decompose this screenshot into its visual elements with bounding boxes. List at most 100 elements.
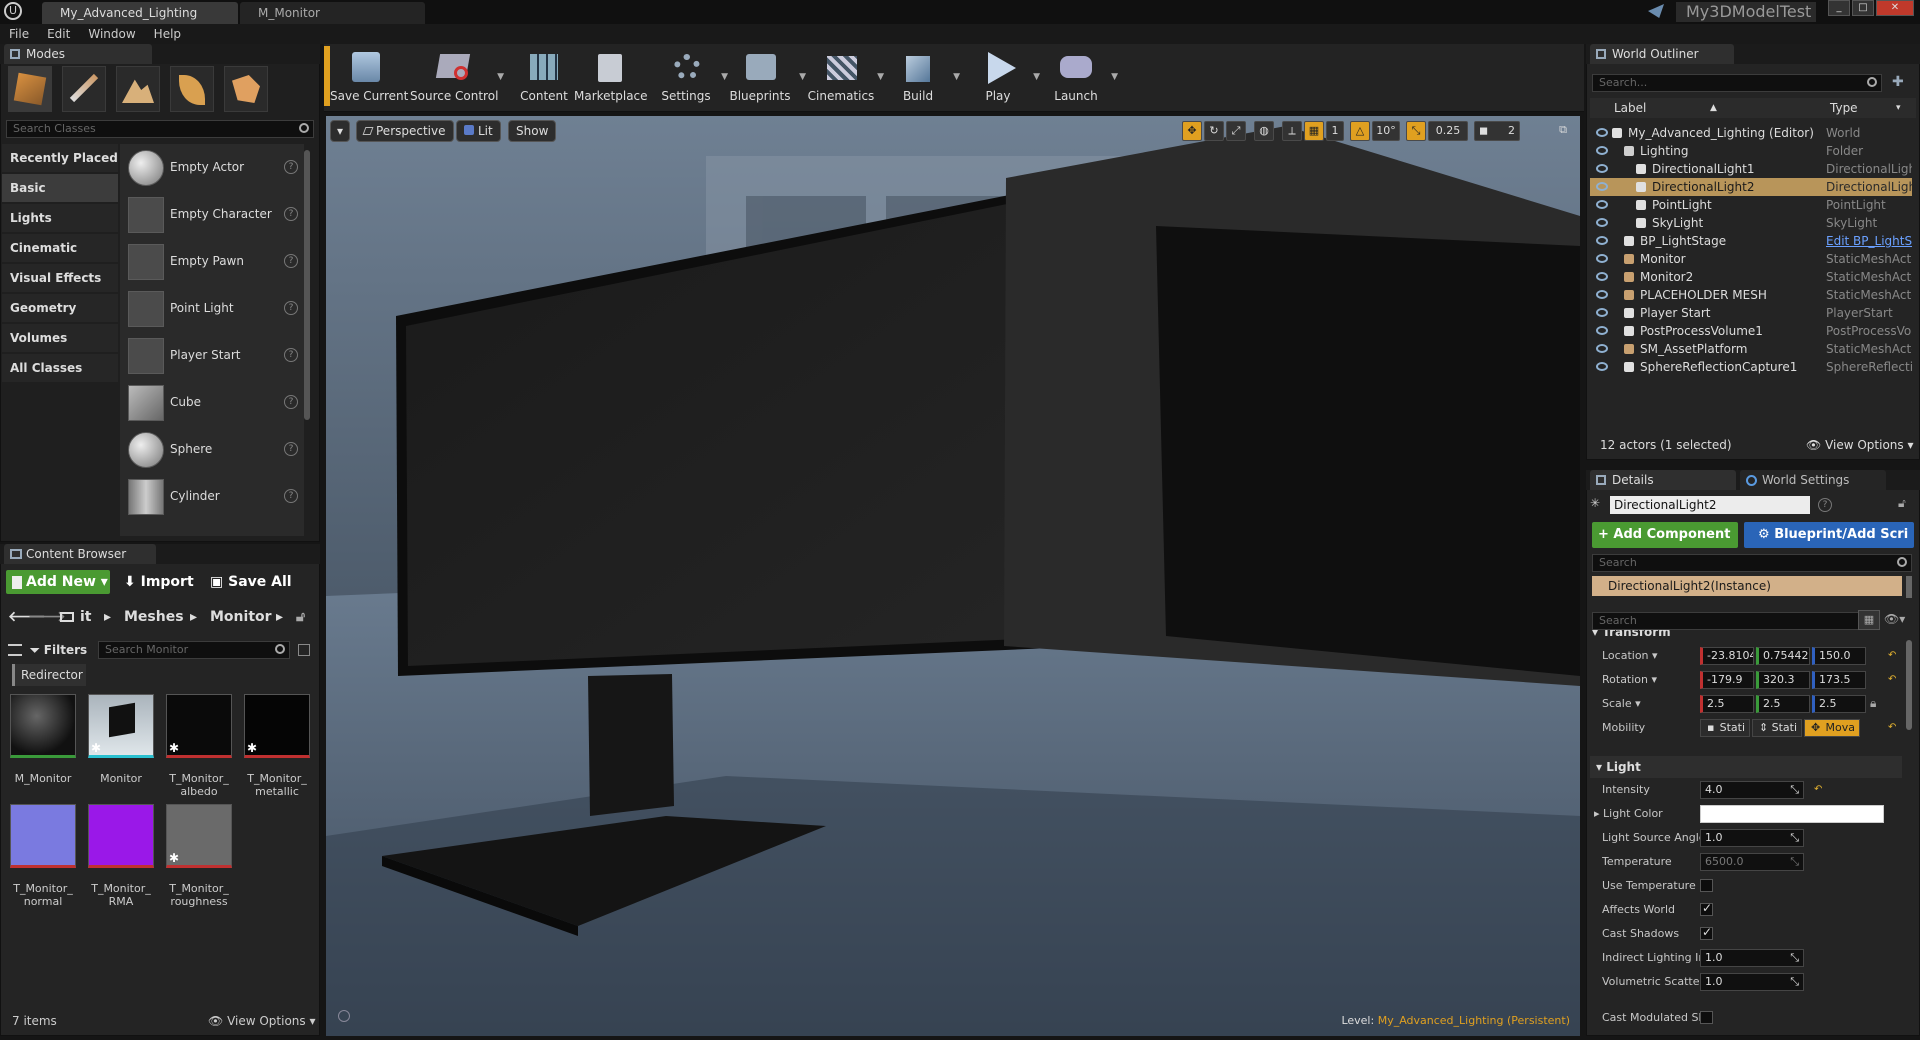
save-all-button[interactable]: ▣ Save All	[210, 570, 300, 594]
scale-snap-icon[interactable]: ⤡	[1406, 121, 1426, 141]
asset-t-monitor-normal[interactable]	[10, 804, 76, 868]
help-icon[interactable]: ?	[284, 207, 298, 221]
help-icon[interactable]: ?	[284, 348, 298, 362]
marketplace-button[interactable]: Marketplace	[574, 50, 648, 106]
viewport-options-button[interactable]: ▾	[330, 120, 350, 142]
save-search-icon[interactable]	[298, 644, 310, 656]
scale-x-field[interactable]: 2.5	[1700, 695, 1754, 713]
location-z-field[interactable]: 150.0	[1812, 647, 1866, 665]
outliner-row[interactable]: BP_LightStage Edit BP_LightSt	[1590, 232, 1912, 250]
outliner-row[interactable]: PostProcessVolume1 PostProcessVol	[1590, 322, 1912, 340]
dropdown-arrow-icon[interactable]: ▼	[1111, 72, 1118, 82]
place-item-empty-character[interactable]: Empty Character?	[126, 193, 302, 237]
light-source-angle-field[interactable]: 1.0 ⤡	[1700, 829, 1804, 847]
world-outliner-tab[interactable]: World Outliner	[1590, 44, 1734, 64]
asset-t-monitor-albedo[interactable]: ✱	[166, 694, 232, 758]
outliner-row[interactable]: SM_AssetPlatform StaticMeshActor	[1590, 340, 1912, 358]
help-icon[interactable]: ?	[284, 254, 298, 268]
location-x-field[interactable]: -23.8104	[1700, 647, 1754, 665]
use-temperature-checkbox[interactable]	[1700, 879, 1713, 892]
dropdown-arrow-icon[interactable]: ▼	[953, 72, 960, 82]
rotation-label[interactable]: Rotation ▾	[1602, 673, 1710, 686]
components-search-input[interactable]: Search	[1592, 554, 1912, 572]
place-item-sphere[interactable]: Sphere?	[126, 428, 302, 472]
actor-name-field[interactable]: DirectionalLight2	[1610, 496, 1810, 514]
surface-snap-icon[interactable]: ⟂	[1282, 121, 1302, 141]
category-geometry[interactable]: Geometry	[2, 294, 118, 322]
category-visual-effects[interactable]: Visual Effects	[2, 264, 118, 292]
place-item-empty-actor[interactable]: Empty Actor?	[126, 146, 302, 190]
scale-lock-icon[interactable]: 🔒︎	[1870, 696, 1876, 711]
play-button[interactable]: Play ▼	[962, 50, 1040, 106]
chevron-down-icon[interactable]: ▾	[1896, 98, 1901, 118]
transform-section-header[interactable]: ▾ Transform	[1592, 630, 1902, 640]
menu-help[interactable]: Help	[145, 24, 190, 44]
help-icon[interactable]: ?	[284, 489, 298, 503]
visibility-eye-icon[interactable]	[1596, 344, 1608, 353]
help-icon[interactable]: ?	[1818, 498, 1832, 512]
translate-tool-icon[interactable]: ✥	[1182, 121, 1202, 141]
components-scrollbar[interactable]	[1906, 576, 1912, 598]
landscape-mode-button[interactable]	[116, 66, 160, 112]
menu-window[interactable]: Window	[79, 24, 144, 44]
scale-tool-icon[interactable]: ⤢	[1226, 121, 1246, 141]
minimize-button[interactable]: _	[1828, 0, 1850, 16]
cast-shadows-checkbox[interactable]	[1700, 925, 1713, 940]
asset-t-monitor-roughness[interactable]: ✱	[166, 804, 232, 868]
visibility-eye-icon[interactable]	[1596, 164, 1608, 173]
source-control-button[interactable]: Source Control ▼	[410, 50, 504, 106]
search-monitor-input[interactable]: Search Monitor	[98, 641, 290, 659]
scale-snap-value[interactable]: 0.25	[1428, 121, 1468, 141]
outliner-row[interactable]: Monitor2 StaticMeshActor	[1590, 268, 1912, 286]
visibility-eye-icon[interactable]	[1596, 272, 1608, 281]
grid-snap-icon[interactable]: ▦	[1304, 121, 1324, 141]
tab-my-advanced-lighting[interactable]: My_Advanced_Lighting	[42, 2, 238, 24]
outliner-row[interactable]: DirectionalLight2 DirectionalLight	[1590, 178, 1912, 196]
paint-mode-button[interactable]	[62, 66, 106, 112]
visibility-eye-icon[interactable]	[1596, 362, 1608, 371]
content-button[interactable]: Content	[508, 50, 580, 106]
indirect-lighting-field[interactable]: 1.0 ⤡	[1700, 949, 1804, 967]
place-item-empty-pawn[interactable]: Empty Pawn?	[126, 240, 302, 284]
place-item-cylinder[interactable]: Cylinder?	[126, 475, 302, 519]
outliner-search-input[interactable]: Search...	[1592, 74, 1882, 92]
reset-to-default-icon[interactable]: ↶	[1888, 674, 1896, 685]
scale-z-field[interactable]: 2.5	[1812, 695, 1866, 713]
show-button[interactable]: Show	[508, 120, 557, 142]
angle-snap-icon[interactable]: △	[1350, 121, 1370, 141]
scale-label[interactable]: Scale ▾	[1602, 697, 1710, 710]
asset-monitor[interactable]: ✱	[88, 694, 154, 758]
outliner-row[interactable]: Player Start PlayerStart	[1590, 304, 1912, 322]
help-icon[interactable]: ?	[284, 160, 298, 174]
filters-button[interactable]: ⏷ Filters ▾	[30, 640, 92, 677]
light-color-swatch[interactable]	[1700, 805, 1884, 823]
place-item-point-light[interactable]: Point Light?	[126, 287, 302, 331]
category-all-classes[interactable]: All Classes	[2, 354, 118, 382]
view-mode-lit-button[interactable]: Lit	[456, 120, 501, 142]
lock-icon[interactable]: 🔓︎	[1898, 496, 1906, 511]
angle-snap-value[interactable]: 10°	[1372, 121, 1400, 141]
location-label[interactable]: Location ▾	[1602, 649, 1710, 662]
asset-t-monitor-rma[interactable]	[88, 804, 154, 868]
volumetric-scatter-field[interactable]: 1.0 ⤡	[1700, 973, 1804, 991]
add-actor-icon[interactable]: ✚	[1892, 74, 1910, 92]
dropdown-arrow-icon[interactable]: ▼	[497, 72, 504, 82]
place-mode-button[interactable]	[8, 66, 52, 112]
reset-to-default-icon[interactable]: ↶	[1888, 722, 1896, 733]
outliner-row[interactable]: DirectionalLight1 DirectionalLight	[1590, 160, 1912, 178]
perspective-button[interactable]: Perspective	[356, 120, 454, 142]
outliner-row[interactable]: PointLight PointLight	[1590, 196, 1912, 214]
visibility-eye-icon[interactable]	[1596, 200, 1608, 209]
help-icon[interactable]: ?	[284, 395, 298, 409]
view-options-button[interactable]: 👁︎ View Options ▾	[208, 1014, 316, 1028]
outliner-row[interactable]: Monitor StaticMeshActor	[1590, 250, 1912, 268]
sources-toggle-icon[interactable]	[8, 644, 22, 656]
save-current-button[interactable]: Save Current	[330, 50, 408, 106]
add-component-button[interactable]: + Add Component ▾	[1592, 522, 1738, 568]
mobility-movable-button[interactable]: ✥ Mova	[1804, 719, 1860, 737]
tab-m-monitor[interactable]: M_Monitor	[240, 2, 425, 24]
intensity-field[interactable]: 4.0 ⤡	[1700, 781, 1804, 799]
world-settings-tab[interactable]: World Settings	[1740, 470, 1886, 490]
reset-to-default-icon[interactable]: ↶	[1888, 650, 1896, 661]
build-button[interactable]: Build ▼	[882, 50, 960, 106]
